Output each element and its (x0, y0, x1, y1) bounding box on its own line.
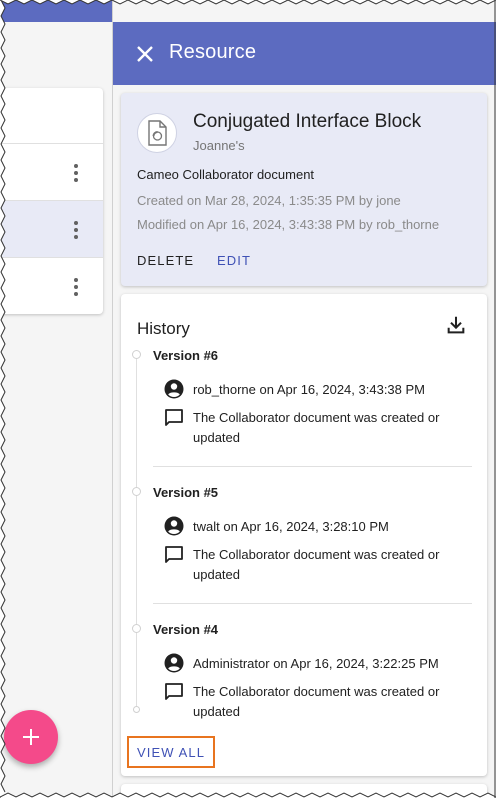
timeline-dot (132, 350, 141, 359)
download-icon[interactable] (445, 314, 467, 336)
comment-icon (165, 546, 183, 563)
comment-icon (165, 409, 183, 426)
plus-icon (23, 729, 39, 745)
more-vert-icon[interactable] (66, 162, 86, 184)
created-info: Created on Mar 28, 2024, 1:35:35 PM by j… (137, 193, 401, 208)
list-item-selected[interactable] (0, 200, 103, 257)
history-card: History Version #6 rob_thorne on Apr 16,… (121, 294, 487, 776)
document-icon (137, 113, 177, 153)
comment-icon (165, 683, 183, 700)
timeline-dot (132, 624, 141, 633)
more-vert-icon[interactable] (66, 276, 86, 298)
version-user: rob_thorne on Apr 16, 2024, 3:43:38 PM (193, 382, 426, 397)
resource-type: Cameo Collaborator document (137, 167, 315, 182)
version-message: The Collaborator document was created or… (193, 684, 440, 719)
next-card (121, 784, 487, 798)
resource-name: Conjugated Interface Block (193, 111, 422, 132)
edit-button[interactable]: EDIT (217, 253, 251, 268)
version-label: Version #5 (153, 485, 219, 500)
drawer-title: Resource (169, 41, 257, 63)
timeline-dot (132, 487, 141, 496)
version-message: The Collaborator document was created or… (193, 410, 440, 445)
resource-list (0, 88, 103, 314)
view-all-button[interactable]: VIEW ALL (127, 736, 215, 768)
history-title: History (137, 319, 190, 338)
more-vert-icon[interactable] (66, 219, 86, 241)
app-header-strip (0, 0, 112, 22)
modified-info: Modified on Apr 16, 2024, 3:43:38 PM by … (137, 217, 440, 232)
version-divider (153, 466, 472, 467)
list-item[interactable] (0, 143, 103, 200)
resource-owner: Joanne's (193, 138, 245, 153)
drawer-header: Resource (113, 22, 496, 85)
version-user: twalt on Apr 16, 2024, 3:28:10 PM (193, 519, 389, 534)
account-circle-icon (164, 516, 184, 536)
timeline-end-dot (133, 706, 140, 713)
account-circle-icon (164, 653, 184, 673)
version-label: Version #4 (153, 622, 219, 637)
version-label: Version #6 (153, 348, 219, 363)
list-item[interactable] (0, 257, 103, 314)
timeline-line (136, 356, 137, 712)
resource-drawer: Resource Conjugated Interface Block Joan… (112, 0, 496, 798)
version-user: Administrator on Apr 16, 2024, 3:22:25 P… (193, 656, 439, 671)
close-icon[interactable] (133, 42, 157, 66)
resource-details-card: Conjugated Interface Block Joanne's Came… (121, 93, 487, 286)
add-fab-button[interactable] (4, 710, 58, 764)
version-divider (153, 603, 472, 604)
account-circle-icon (164, 379, 184, 399)
version-message: The Collaborator document was created or… (193, 547, 440, 582)
delete-button[interactable]: DELETE (137, 253, 194, 268)
